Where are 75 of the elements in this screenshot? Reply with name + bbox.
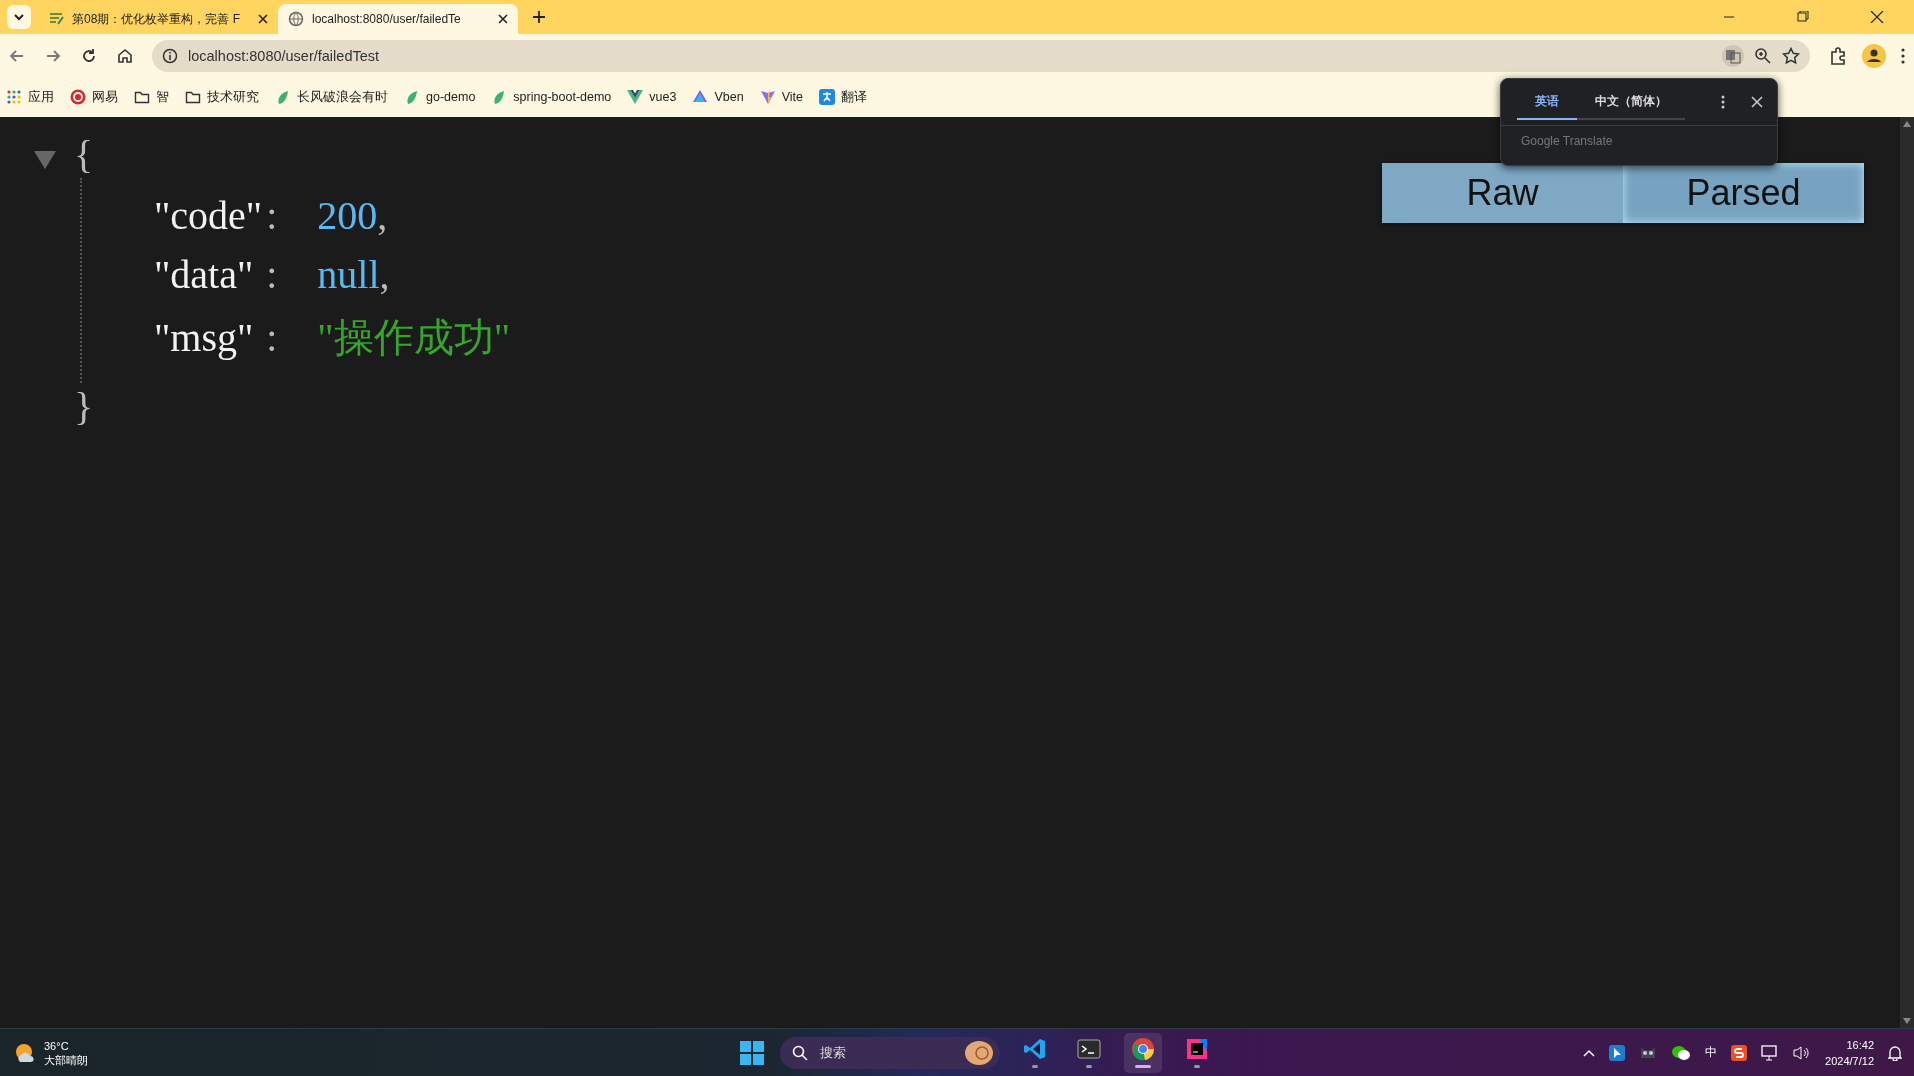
new-tab-icon[interactable] [532,10,546,24]
ide-icon [1185,1037,1209,1061]
json-key: "data" [154,251,254,298]
search-icon [792,1044,808,1061]
colon: : [266,192,278,239]
scroll-down-icon[interactable] [1903,1018,1911,1024]
browser-icon [1131,1037,1155,1061]
folder-icon [185,89,201,105]
bookmark[interactable]: 翻译 [818,88,867,106]
browser-tab[interactable]: localhost:8080/user/failedTe [278,4,518,34]
language-tab[interactable]: 英语 [1517,84,1577,120]
comma: , [379,252,390,297]
code-editor-icon [1023,1037,1047,1061]
bookmark[interactable]: 应用 [6,88,54,106]
volume-icon[interactable] [1793,1044,1812,1061]
more-icon[interactable] [1721,95,1725,109]
language-tab[interactable]: 中文（简体） [1577,84,1685,120]
sun-cloud-icon [14,1041,36,1064]
weather-widget[interactable]: 36°C 大部晴朗 [0,1038,88,1067]
reload-icon[interactable] [80,46,98,65]
leaf-icon [404,89,420,105]
tab-list-icon[interactable] [6,4,32,30]
translate-icon [818,89,835,105]
more-icon[interactable] [1900,46,1906,65]
zoom-icon[interactable] [1754,46,1772,65]
bookmark[interactable]: 网易 [70,88,118,106]
view-toggle-button[interactable]: Raw [1382,163,1623,223]
view-toggle-button[interactable]: Parsed [1623,163,1864,223]
translate-icon[interactable] [1722,44,1744,67]
bookmark[interactable]: Vben [692,89,744,105]
notification-icon[interactable] [1888,1044,1902,1061]
document-icon [48,11,64,27]
json-key: "msg" [154,314,254,361]
input-method-indicator[interactable]: 中 [1705,1044,1718,1061]
star-icon[interactable] [1782,46,1800,65]
extensions-icon[interactable] [1828,45,1848,66]
search-field[interactable]: 搜索 [780,1036,1000,1069]
bookmark[interactable]: spring-boot-demo [491,89,612,105]
bookmark[interactable]: 智 [134,88,169,106]
start-icon[interactable] [740,1040,764,1065]
bookmark[interactable]: Vite [759,89,803,105]
address-field[interactable]: localhost:8080/user/failedTest [152,39,1810,72]
clock-time: 16:42 [1846,1037,1874,1053]
colon: : [266,314,278,361]
bookmark[interactable]: go-demo [404,89,476,105]
attribution-text: Google Translate [1520,133,1614,150]
browser-tab[interactable]: 第08期：优化枚举重构，完善 F [38,4,278,34]
json-value: null [317,252,380,297]
json-value: 200 [317,193,378,238]
chat-icon[interactable] [1671,1044,1692,1061]
taskbar-app[interactable] [1124,1032,1162,1073]
json-key: "code" [154,192,263,239]
globe-icon [288,11,304,27]
brace: { [74,131,94,178]
home-icon[interactable] [116,46,134,65]
pointer-icon[interactable] [1609,1044,1626,1061]
info-icon[interactable] [162,47,178,64]
profile-icon[interactable] [1862,43,1886,68]
colon: : [266,251,278,298]
scroll-up-icon[interactable] [1903,121,1911,127]
bookmark[interactable]: 技术研究 [185,88,259,106]
apps-icon [6,89,22,105]
leaf-icon [275,89,291,105]
bookmark[interactable]: vue3 [627,89,677,105]
close-icon[interactable] [498,14,508,24]
comma: , [377,193,388,238]
clock-date: 2024/7/12 [1825,1053,1874,1069]
json-value: "操作成功" [317,315,510,360]
collapse-icon[interactable] [34,149,56,169]
close-icon[interactable] [258,14,268,24]
folder-icon [134,89,150,105]
terminal-icon [1077,1037,1101,1061]
brace: } [74,383,94,430]
chevron-up-icon[interactable] [1583,1048,1596,1057]
bookmark[interactable]: 长风破浪会有时 [275,88,388,106]
